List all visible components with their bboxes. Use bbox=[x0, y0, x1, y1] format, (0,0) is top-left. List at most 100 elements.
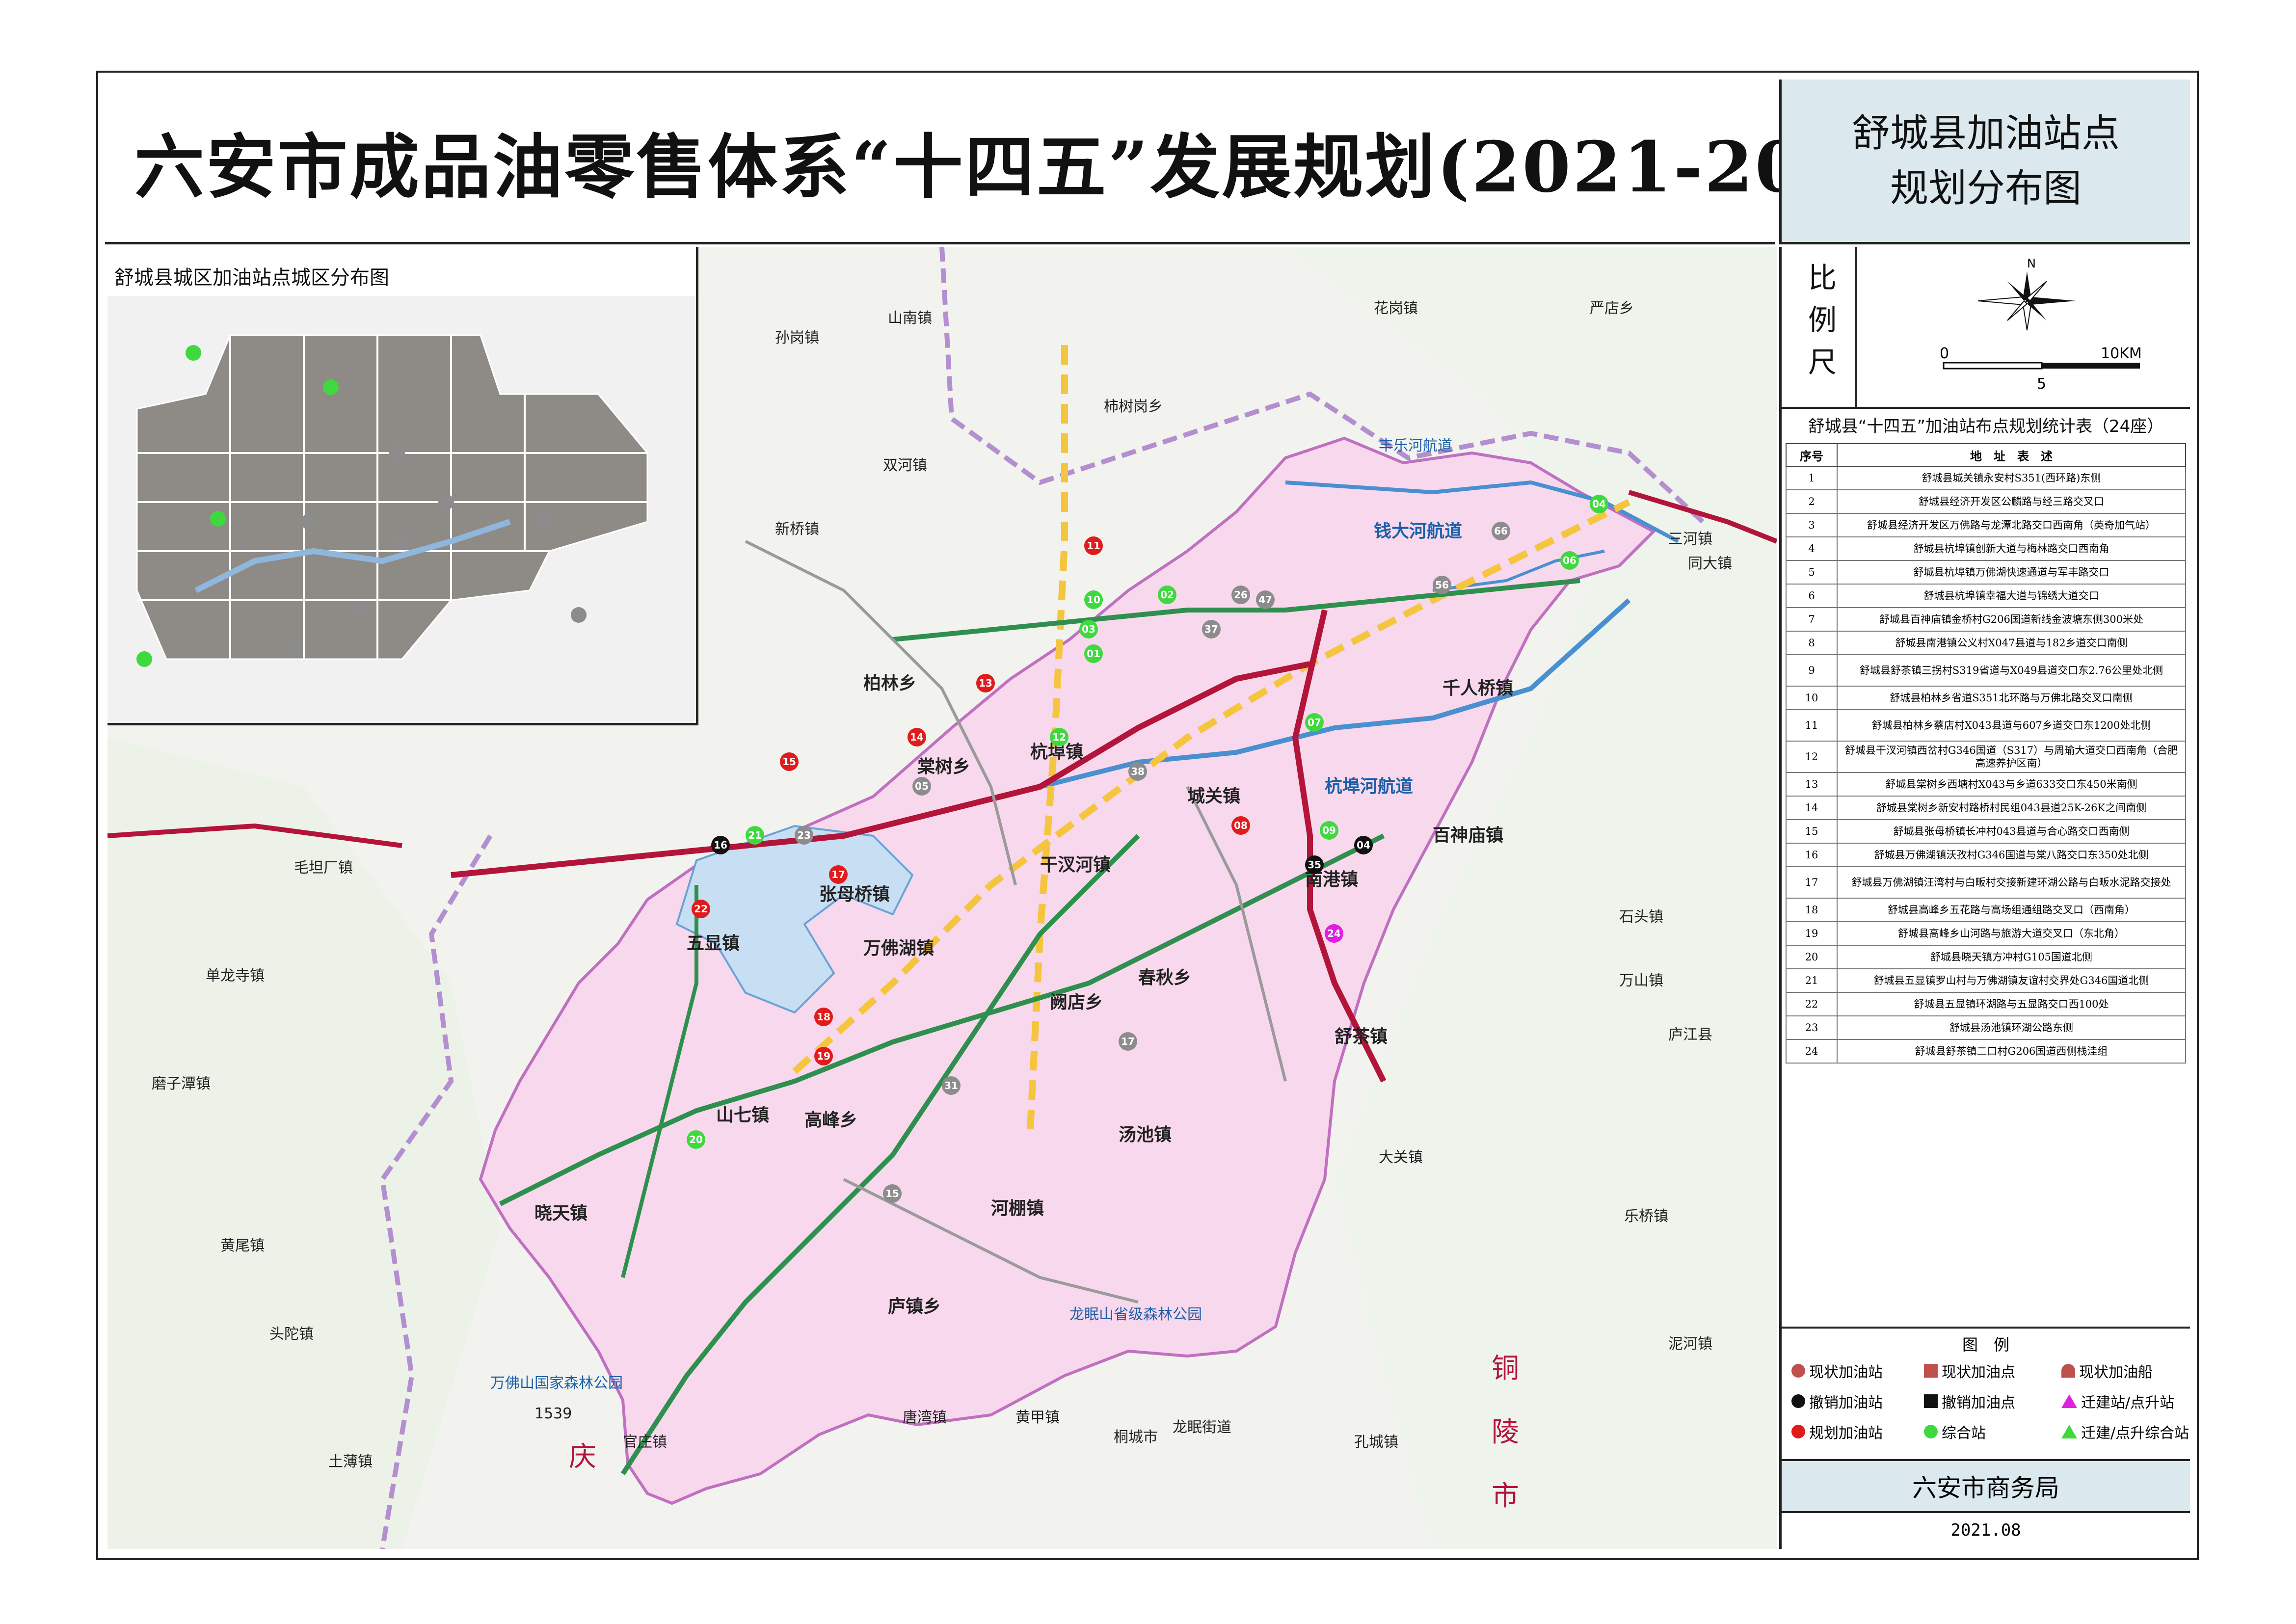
existing-station-37[interactable]: 37 bbox=[1202, 620, 1221, 639]
station-marker-12[interactable]: 12 bbox=[1050, 728, 1068, 746]
place-label-longmian: 龙眠街道 bbox=[1173, 1419, 1231, 1436]
legend-item: 现状加油船 bbox=[2061, 1360, 2153, 1382]
station-marker-14[interactable]: 14 bbox=[908, 728, 926, 746]
station-marker-21[interactable]: 21 bbox=[746, 826, 764, 845]
station-no: 20 bbox=[1786, 945, 1838, 969]
legend-item: 迁建站/点升站 bbox=[2061, 1390, 2174, 1412]
station-no: 10 bbox=[1786, 686, 1838, 710]
place-label-wanshan: 万山镇 bbox=[1619, 972, 1663, 989]
place-label-wanfoshan: 万佛山国家森林公园 bbox=[490, 1375, 623, 1392]
station-marker-19[interactable]: 19 bbox=[814, 1047, 833, 1065]
town-label-ganchahe: 干汊河镇 bbox=[1040, 855, 1111, 875]
existing-station-17b[interactable]: 17 bbox=[1119, 1032, 1137, 1051]
existing-station-56[interactable]: 56 bbox=[1433, 576, 1451, 594]
station-address: 舒城县经济开发区万佛路与龙潭北路交口西南角（英奇加气站） bbox=[1837, 513, 2186, 537]
place-label-leqiao: 乐桥镇 bbox=[1624, 1208, 1668, 1225]
table-row: 8 舒城县南港镇公义村X047县道与182乡道交口南侧 bbox=[1786, 631, 2186, 655]
station-no: 1 bbox=[1786, 466, 1838, 490]
place-label-shi: 市 bbox=[1492, 1480, 1519, 1512]
table-row: 14 舒城县棠树乡新安村路桥村民组043县道25K-26K之间南侧 bbox=[1786, 796, 2186, 820]
station-address: 舒城县张母桥镇长冲村043县道与合心路交口西南侧 bbox=[1837, 819, 2186, 844]
station-marker-04[interactable]: 04 bbox=[1590, 495, 1608, 513]
removed-station-16[interactable]: 16 bbox=[711, 836, 730, 854]
station-marker-15[interactable]: 15 bbox=[780, 752, 799, 771]
station-marker-18[interactable]: 18 bbox=[814, 1008, 833, 1026]
map-title-line1: 舒城县加油站点 bbox=[1851, 111, 2120, 156]
legend-item: 迁建/点升综合站 bbox=[2061, 1421, 2189, 1442]
existing-station-26[interactable]: 26 bbox=[1231, 586, 1250, 604]
station-marker-08[interactable]: 08 bbox=[1231, 816, 1250, 835]
table-row: 20 舒城县晓天镇方冲村G105国道北侧 bbox=[1786, 945, 2186, 969]
station-address: 舒城县五显镇罗山村与万佛湖镇友谊村交界处G346国道北侧 bbox=[1837, 968, 2186, 993]
table-row: 21 舒城县五显镇罗山村与万佛湖镇友谊村交界处G346国道北侧 bbox=[1786, 968, 2186, 993]
legend-triangle-icon bbox=[2061, 1394, 2077, 1408]
station-address: 舒城县经济开发区公麟路与经三路交叉口 bbox=[1837, 489, 2186, 514]
map-title-box: 舒城县加油站点 规划分布图 bbox=[1779, 80, 2190, 244]
table-row: 23 舒城县汤池镇环湖公路东侧 bbox=[1786, 1015, 2186, 1040]
station-marker-22[interactable]: 22 bbox=[692, 900, 710, 918]
station-marker-03[interactable]: 03 bbox=[1079, 620, 1098, 639]
existing-station-23[interactable]: 23 bbox=[795, 826, 813, 845]
scale-max: 10KM bbox=[2101, 345, 2142, 362]
legend-item: 撤销加油站 bbox=[1791, 1390, 1883, 1412]
station-marker-06[interactable]: 06 bbox=[1560, 551, 1579, 570]
station-marker-13[interactable]: 13 bbox=[976, 674, 995, 692]
station-no: 12 bbox=[1786, 741, 1838, 773]
table-row: 18 舒城县高峰乡五花路与高场组通组路交叉口（西南角） bbox=[1786, 898, 2186, 922]
station-no: 11 bbox=[1786, 709, 1838, 742]
station-no: 13 bbox=[1786, 772, 1838, 797]
station-no: 19 bbox=[1786, 921, 1838, 946]
table-row: 4 舒城县杭埠镇创新大道与梅林路交口西南角 bbox=[1786, 536, 2186, 561]
place-label-guanzhuang: 官庄镇 bbox=[623, 1434, 667, 1451]
station-marker-02[interactable]: 02 bbox=[1158, 586, 1176, 604]
station-marker-24[interactable]: 24 bbox=[1325, 924, 1343, 943]
place-label-nihe: 泥河镇 bbox=[1668, 1335, 1712, 1353]
place-label-danlongsi: 单龙寺镇 bbox=[206, 967, 265, 985]
station-address: 舒城县高峰乡五花路与高场组通组路交叉口（西南角） bbox=[1837, 898, 2186, 922]
station-marker-01[interactable]: 01 bbox=[1084, 644, 1103, 663]
table-row: 5 舒城县杭埠镇万佛湖快速通道与军丰路交口 bbox=[1786, 560, 2186, 585]
existing-station-15b[interactable]: 15 bbox=[883, 1184, 902, 1203]
place-label-qing: 庆 bbox=[569, 1441, 596, 1473]
station-marker-09[interactable]: 09 bbox=[1320, 821, 1338, 840]
inset-canvas bbox=[107, 296, 696, 723]
inset-map[interactable]: 舒城县城区加油站点城区分布图 bbox=[107, 247, 698, 725]
station-no: 14 bbox=[1786, 796, 1838, 820]
table-row: 17 舒城县万佛湖镇汪湾村与白畈村交接新建环湖公路与白畈水泥路交接处 bbox=[1786, 866, 2186, 899]
station-marker-07[interactable]: 07 bbox=[1305, 713, 1324, 732]
station-marker-20[interactable]: 20 bbox=[687, 1130, 705, 1149]
compass-rose-icon bbox=[1977, 271, 2076, 331]
legend-label: 现状加油船 bbox=[2079, 1364, 2153, 1381]
place-label-tongda: 同大镇 bbox=[1688, 555, 1732, 572]
existing-station-38[interactable]: 38 bbox=[1128, 762, 1147, 781]
place-label-shitou: 石头镇 bbox=[1619, 908, 1663, 926]
stations-table-body: 1 舒城县城关镇永安村S351(西环路)东侧 2 舒城县经济开发区公麟路与经三路交叉口… bbox=[1786, 466, 2186, 1064]
station-address: 舒城县城关镇永安村S351(西环路)东侧 bbox=[1837, 466, 2186, 490]
station-address: 舒城县杭埠镇创新大道与梅林路交口西南角 bbox=[1837, 536, 2186, 561]
station-marker-17[interactable]: 17 bbox=[829, 865, 848, 884]
place-label-ling: 陵 bbox=[1492, 1416, 1519, 1448]
legend-circle-icon bbox=[1791, 1394, 1805, 1408]
town-label-zhangmuqiao: 张母桥镇 bbox=[819, 884, 890, 905]
scale-mid: 5 bbox=[2037, 375, 2047, 393]
existing-station-66[interactable]: 66 bbox=[1492, 522, 1510, 540]
station-marker-11[interactable]: 11 bbox=[1084, 536, 1103, 555]
station-address: 舒城县柏林乡蔡店村X043县道与607乡道交口东1200处北侧 bbox=[1837, 709, 2186, 742]
title-bar: 六安市成品油零售体系“十四五”发展规划(2021-2025年) bbox=[105, 80, 2011, 244]
removed-station-04b[interactable]: 04 bbox=[1354, 836, 1373, 854]
town-label-shanqi: 山七镇 bbox=[716, 1105, 770, 1125]
station-marker-10[interactable]: 10 bbox=[1084, 590, 1103, 609]
removed-station-35[interactable]: 35 bbox=[1305, 855, 1324, 874]
town-label-qianrenqiao: 千人桥镇 bbox=[1442, 678, 1514, 698]
existing-station-31[interactable]: 31 bbox=[942, 1076, 961, 1095]
north-label: N bbox=[2027, 257, 2036, 270]
issuer: 六安市商务局 bbox=[1782, 1459, 2190, 1513]
station-address: 舒城县杭埠镇幸福大道与锦绣大道交口 bbox=[1837, 584, 2186, 608]
existing-station-47[interactable]: 47 bbox=[1256, 590, 1275, 609]
legend-boat-icon bbox=[2061, 1364, 2075, 1378]
town-label-tangchi: 汤池镇 bbox=[1119, 1125, 1172, 1145]
table-row: 19 舒城县高峰乡山河路与旅游大道交叉口（东北角） bbox=[1786, 921, 2186, 946]
existing-station-05[interactable]: 05 bbox=[912, 777, 931, 796]
map-title-line2: 规划分布图 bbox=[1890, 166, 2082, 211]
station-address: 舒城县百神庙镇金桥村G206国道新线金波塘东侧300米处 bbox=[1837, 607, 2186, 632]
